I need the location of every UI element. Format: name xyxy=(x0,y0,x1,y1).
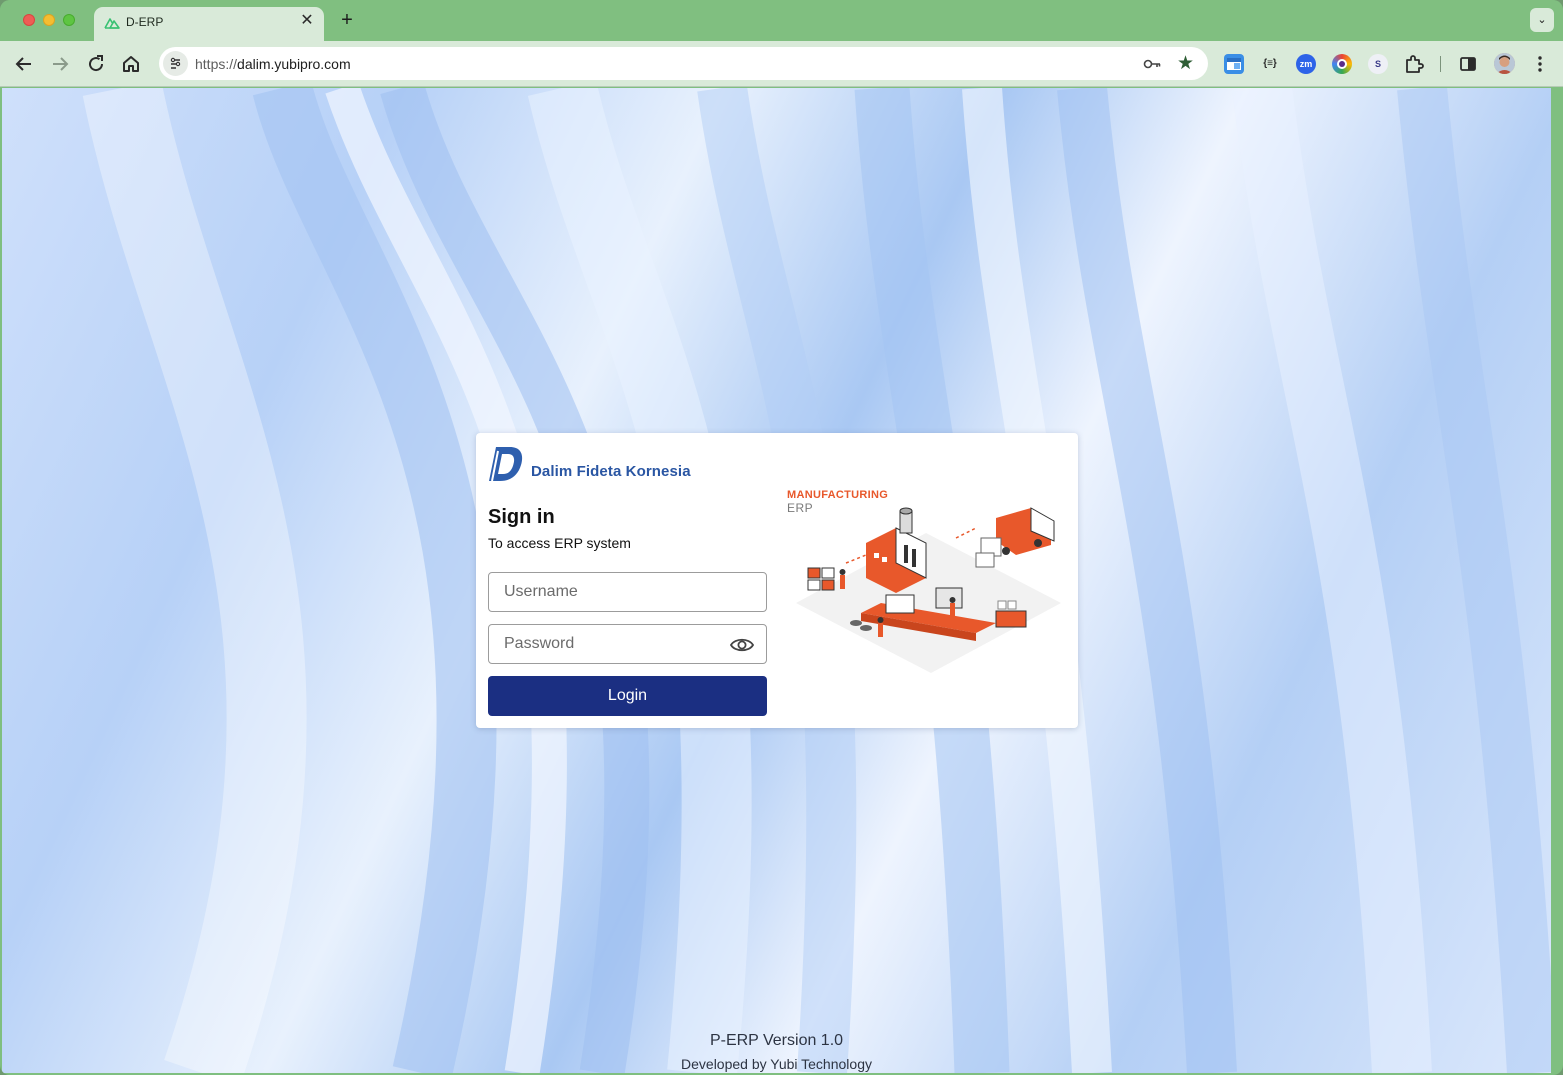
bookmark-star-icon[interactable]: ★ xyxy=(1177,52,1194,75)
username-input[interactable] xyxy=(489,573,766,611)
login-card: Dalim Fideta Kornesia Sign in To access … xyxy=(476,433,1078,728)
password-field[interactable] xyxy=(488,624,767,664)
signin-subtitle: To access ERP system xyxy=(488,535,631,551)
back-button[interactable] xyxy=(12,52,36,76)
company-name: Dalim Fideta Kornesia xyxy=(531,463,691,480)
company-logo-icon xyxy=(489,447,523,482)
browser-toolbar: https://dalim.yubipro.com ★ {≡} zm S xyxy=(0,41,1563,87)
forward-button[interactable] xyxy=(48,52,72,76)
toolbar-divider xyxy=(1440,56,1441,72)
kebab-menu-icon xyxy=(1538,56,1542,72)
arrow-right-icon xyxy=(53,57,69,71)
zoom-extension-icon[interactable]: zm xyxy=(1296,54,1316,74)
seo-extension-icon[interactable]: S xyxy=(1368,54,1388,74)
tab-close-icon[interactable]: ✕ xyxy=(298,12,316,30)
window-extension-icon[interactable] xyxy=(1224,54,1244,74)
url-scheme: https:// xyxy=(195,56,238,72)
tab-d-erp[interactable]: D-ERP ✕ xyxy=(94,7,324,41)
profile-avatar[interactable] xyxy=(1494,53,1515,74)
new-tab-button[interactable]: + xyxy=(337,10,357,30)
reload-icon xyxy=(89,55,104,72)
color-extension-icon[interactable] xyxy=(1332,54,1352,74)
reload-button[interactable] xyxy=(84,52,108,76)
json-extension-icon[interactable]: {≡} xyxy=(1260,54,1280,74)
login-button[interactable]: Login xyxy=(488,676,767,716)
address-bar[interactable]: https://dalim.yubipro.com ★ xyxy=(159,47,1208,80)
home-icon xyxy=(123,56,139,72)
manufacturing-illustration xyxy=(796,507,1061,673)
tab-search-button[interactable]: ⌄ xyxy=(1530,8,1554,32)
password-input[interactable] xyxy=(489,625,766,663)
tab-strip: D-ERP ✕ + ⌄ xyxy=(0,0,1563,41)
show-password-eye-icon[interactable] xyxy=(730,635,754,655)
signin-title: Sign in xyxy=(488,506,555,528)
tab-title: D-ERP xyxy=(126,15,164,29)
puzzle-icon xyxy=(1406,55,1424,73)
maximize-window-button[interactable] xyxy=(63,14,75,26)
close-window-button[interactable] xyxy=(23,14,35,26)
tune-icon xyxy=(170,57,181,69)
version-label: P-ERP Version 1.0 xyxy=(709,1032,844,1049)
side-panel-button[interactable] xyxy=(1456,52,1480,76)
browser-menu-button[interactable] xyxy=(1528,52,1552,76)
username-field[interactable] xyxy=(488,572,767,612)
minimize-window-button[interactable] xyxy=(43,14,55,26)
side-panel-icon xyxy=(1460,57,1476,71)
site-info-button[interactable] xyxy=(163,51,188,76)
url-text[interactable]: https://dalim.yubipro.com xyxy=(195,56,351,72)
url-host: dalim.yubipro.com xyxy=(237,56,351,72)
extensions-button[interactable] xyxy=(1402,52,1426,76)
page-content: Dalim Fideta Kornesia Sign in To access … xyxy=(2,88,1551,1073)
home-button[interactable] xyxy=(119,52,143,76)
arrow-left-icon xyxy=(15,57,31,71)
browser-window: D-ERP ✕ + ⌄ https://dalim.yubipro.com ★ xyxy=(0,0,1563,1075)
developer-credit: Developed by Yubi Technology xyxy=(681,1056,872,1072)
nuxt-logo-icon xyxy=(104,18,120,29)
password-key-icon[interactable] xyxy=(1142,54,1162,74)
